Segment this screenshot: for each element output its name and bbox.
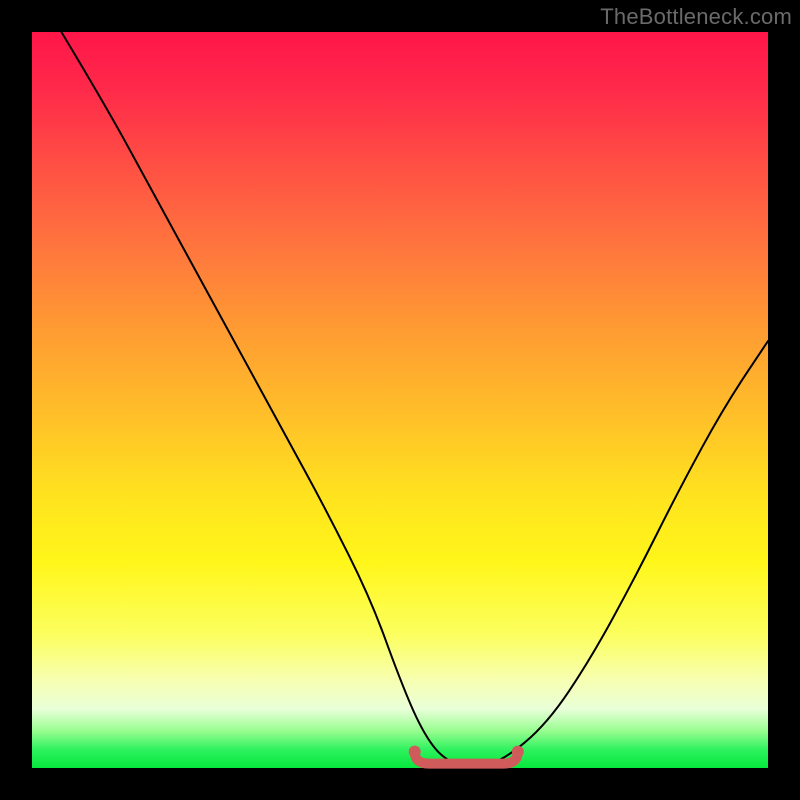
watermark-text: TheBottleneck.com: [600, 4, 792, 30]
bottleneck-curve: [61, 32, 768, 766]
curve-svg: [32, 32, 768, 768]
gradient-plot-area: [32, 32, 768, 768]
chart-frame: TheBottleneck.com: [0, 0, 800, 800]
minimum-marker-right-dot: [512, 746, 524, 758]
minimum-marker-left-dot: [409, 746, 421, 758]
